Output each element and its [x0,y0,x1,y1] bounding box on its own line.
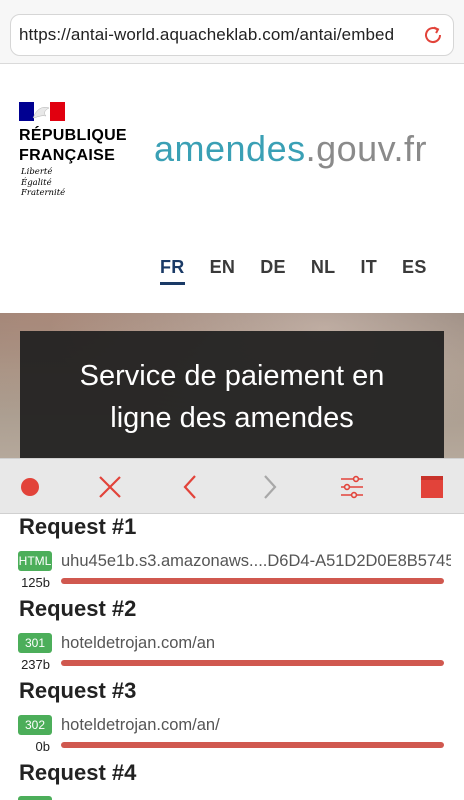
record-button[interactable] [14,471,46,503]
hero-banner: Service de paiement en ligne des amendes [0,313,464,458]
brand-main: amendes [154,128,306,169]
record-icon [21,478,39,496]
hero-title-line-1: Service de paiement en [79,360,385,392]
brand-suffix: .gouv.fr [305,128,427,169]
republique-francaise-logo[interactable]: RÉPUBLIQUE FRANÇAISE [19,126,127,166]
forward-icon [264,475,277,499]
request-url[interactable]: hoteldetrojan.com/an [61,634,451,653]
forward-button[interactable] [254,471,286,503]
lang-fr[interactable]: FR [160,257,185,285]
request-url[interactable]: uhu45e1b.s3.amazonaws....D6D4-A51D2D0E8B… [61,552,451,571]
status-badge [18,796,52,800]
request-title: Request #4 [19,760,137,785]
stop-icon [421,476,443,498]
language-switcher: FR EN DE NL IT ES [160,257,452,285]
clear-icon [99,476,121,498]
request-title: Request #1 [19,514,137,539]
motto-line-2: Égalité [21,177,52,188]
marianne-flag-icon [19,102,65,121]
stop-button[interactable] [416,471,448,503]
request-size-bar [61,578,444,584]
hero-title-line-2: ligne des amendes [110,402,354,434]
request-url[interactable]: hoteldetrojan.com/an/ [61,716,451,735]
lang-de[interactable]: DE [260,257,286,285]
motto-line-3: Fraternité [21,188,66,198]
hero-title: Service de paiement en ligne des amendes [20,355,444,439]
request-size: 125b [21,575,50,590]
lang-es[interactable]: ES [402,257,427,285]
back-icon [183,475,196,499]
back-button[interactable] [174,471,206,503]
status-badge: HTML [18,551,52,571]
lang-it[interactable]: IT [360,257,377,285]
status-badge: 301 [18,633,52,653]
request-size: 0b [35,739,50,754]
status-badge: 302 [18,715,52,735]
lang-en[interactable]: EN [210,257,236,285]
filter-settings-icon [341,475,363,499]
republic-line-1: RÉPUBLIQUE [19,127,127,144]
republic-line-2: FRANÇAISE [19,147,116,164]
request-size-bar [61,742,444,748]
requests-list[interactable]: Request #1 HTML uhu45e1b.s3.amazonaws...… [0,514,464,800]
inspector-toolbar [0,458,464,514]
request-title: Request #3 [19,678,137,703]
browser-toolbar: https://antai-world.aquacheklab.com/anta… [0,0,464,64]
republic-motto: Liberté Égalité Fraternité [21,167,65,199]
clear-button[interactable] [94,471,126,503]
motto-line-1: Liberté [21,167,53,177]
filter-settings-button[interactable] [336,471,368,503]
request-size: 237b [21,657,50,672]
lang-nl[interactable]: NL [311,257,336,285]
reload-icon[interactable] [421,23,445,47]
url-text[interactable]: https://antai-world.aquacheklab.com/anta… [19,25,417,45]
site-header: RÉPUBLIQUE FRANÇAISE Liberté Égalité Fra… [0,64,464,314]
request-title: Request #2 [19,596,137,621]
request-size-bar [61,660,444,666]
address-bar[interactable]: https://antai-world.aquacheklab.com/anta… [10,14,454,56]
amendes-gouv-logo[interactable]: amendes.gouv.fr [154,128,427,170]
